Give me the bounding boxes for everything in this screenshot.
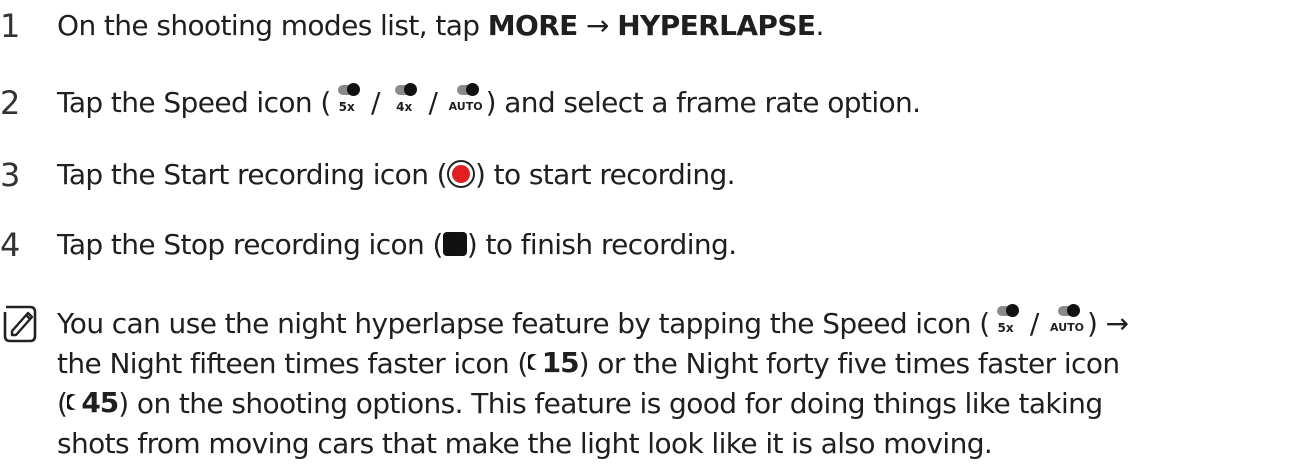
note-text-part: You can use the night hyperlapse feature… — [57, 307, 990, 340]
speed-auto-icon: AUTO — [1047, 303, 1087, 341]
note-line-1: You can use the night hyperlapse feature… — [57, 304, 1302, 344]
note-text-part: ) → — [1087, 307, 1129, 340]
stop-recording-icon — [442, 232, 467, 256]
step-number: 2 — [0, 84, 21, 122]
step-number: 4 — [0, 226, 21, 264]
step-text-part: ) to start recording. — [474, 158, 736, 191]
speed-5x-icon: 5x — [331, 82, 363, 120]
separator: / — [362, 86, 389, 119]
note-text-part: the Night fifteen times faster icon ( — [57, 347, 528, 380]
step-text-part: ) and select a frame rate option. — [485, 86, 922, 119]
step-text: Tap the Stop recording icon ( ) to finish… — [57, 225, 737, 265]
note-text-part: ) on the shooting options. This feature … — [118, 387, 1103, 420]
hyperlapse-label: HYPERLAPSE — [617, 9, 816, 42]
note-text-part: ) or the Night forty five times faster i… — [578, 347, 1120, 380]
icon-label: AUTO — [1050, 321, 1084, 334]
step-text-part: Tap the Start recording icon ( — [57, 158, 448, 191]
icon-label: 5x — [997, 321, 1014, 335]
step-text-part: ) to finish recording. — [466, 228, 737, 261]
step-text-part: On the shooting modes list, tap — [57, 9, 488, 42]
speed-4x-icon: 4x — [388, 82, 420, 120]
separator: / — [420, 86, 446, 119]
more-label: MORE — [487, 9, 579, 42]
note-line-4: shots from moving cars that make the lig… — [57, 427, 993, 460]
step-text-part: Tap the Speed icon ( — [57, 86, 331, 119]
step-text-part: . — [815, 9, 824, 42]
speed-auto-icon: AUTO — [446, 82, 486, 120]
step-text: On the shooting modes list, tap MORE → H… — [57, 6, 824, 46]
start-recording-icon — [446, 160, 475, 188]
icon-label: 4x — [396, 100, 413, 114]
step-text: Tap the Start recording icon ( ) to start… — [57, 155, 736, 195]
icon-label: 5x — [338, 100, 355, 114]
note-line-3: (45) on the shooting options. This featu… — [57, 384, 1302, 424]
note-line-2: the Night fifteen times faster icon ( 15)… — [57, 344, 1302, 384]
note-text-part: ( — [57, 387, 68, 420]
note-text: You can use the night hyperlapse feature… — [57, 304, 1302, 464]
arrow: → — [577, 9, 618, 42]
night-15x-icon: 15 — [527, 343, 580, 383]
night-45x-icon: 45 — [67, 383, 119, 423]
step-number: 1 — [0, 7, 21, 45]
note-pencil-icon — [3, 305, 37, 343]
step-text-part: Tap the Stop recording icon ( — [57, 228, 443, 261]
night-15x-label: 15 — [541, 346, 580, 379]
night-45x-label: 45 — [81, 386, 119, 419]
speed-5x-icon: 5x — [990, 303, 1022, 341]
step-number: 3 — [0, 156, 21, 194]
icon-label: AUTO — [448, 100, 483, 113]
step-text: Tap the Speed icon ( 5x / 4x / AUTO) and … — [57, 82, 922, 123]
separator: / — [1021, 307, 1048, 340]
